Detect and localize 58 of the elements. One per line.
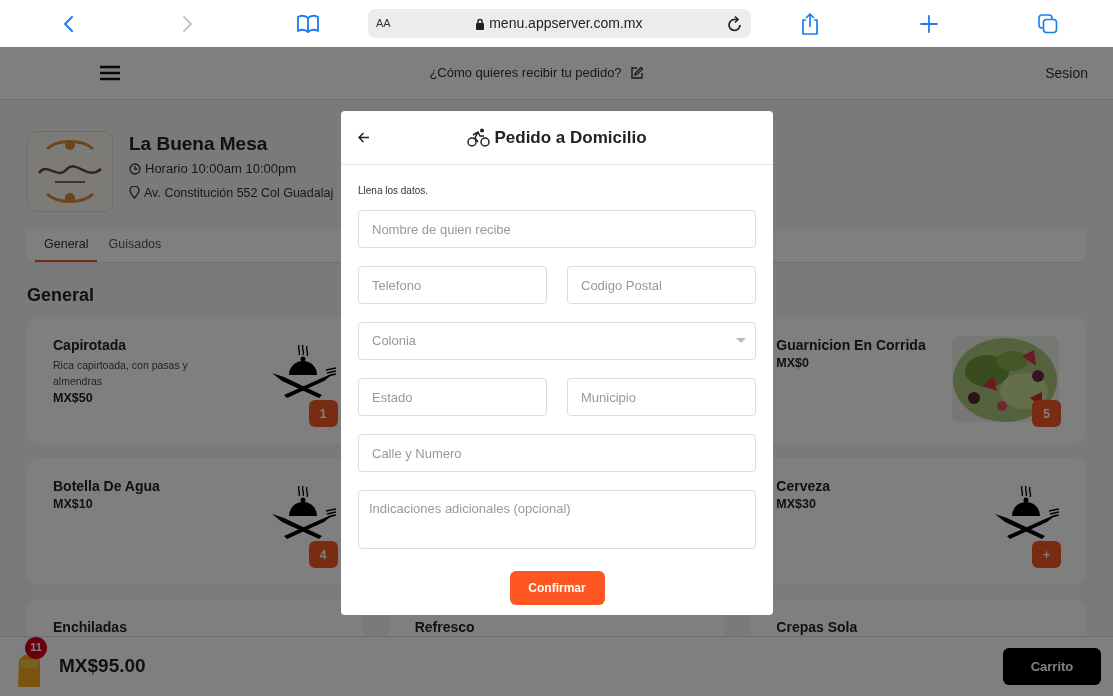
quantity-button[interactable]: 4 [308,541,338,568]
product-price: MX$10 [53,496,94,513]
bag-icon [16,653,42,688]
edit-icon[interactable] [629,66,644,80]
product-name: Guarnicion En Corrida [776,336,927,354]
product-name: Crepas Sola [776,618,859,636]
select-field[interactable]: Colonia [358,322,756,360]
product-name: Enchiladas [53,618,128,636]
product-name: Cerveza [776,477,832,495]
category-tab[interactable]: General [35,229,98,262]
url-text: menu.appserver.com.mx [489,14,643,33]
product-price: MX$30 [776,496,817,513]
bicycle-icon [467,128,491,147]
product-card[interactable]: Crepas Sola [750,599,1086,636]
input-field[interactable]: Nombre de quien recibe [358,210,756,248]
share-icon[interactable] [800,11,820,36]
product-name: Botella De Agua [53,477,161,495]
address-bar[interactable]: AA menu.appserver.com.mx [368,9,751,38]
menu-icon[interactable] [100,65,120,81]
input-field[interactable]: Municipio [567,378,756,416]
login-link[interactable]: Sesion [1045,62,1088,84]
back-arrow-icon[interactable] [358,132,370,143]
book-icon[interactable] [296,13,320,34]
product-description: Rica capirtoada, con pasas y almendras [53,358,189,389]
quantity-button[interactable]: 1 [308,400,338,427]
product-card[interactable]: Enchiladas [27,599,363,636]
location-icon [129,186,140,200]
product-price: MX$50 [53,390,94,407]
tabs-icon[interactable] [1038,13,1058,34]
store-hours: Horario 10:00am 10:00pm [145,160,297,178]
store-address: Av. Constitución 552 Col Guadalaj [144,184,334,202]
dialog-title: Pedido a Domicilio [494,126,647,149]
lock-icon [475,17,486,30]
input-field[interactable]: Calle y Numero [358,434,756,472]
delivery-prompt[interactable]: ¿Cómo quieres recibir tu pedido? [429,63,622,83]
quantity-button[interactable]: 5 [1032,400,1061,427]
dish-icon [993,484,1059,540]
cart-total: MX$95.00 [59,654,146,679]
cart-button[interactable]: Carrito [1003,648,1101,685]
caret-icon [736,338,746,344]
section-heading: General [27,284,95,307]
quantity-button[interactable]: + [1032,541,1061,568]
product-name: Refresco [414,618,476,636]
confirm-button[interactable]: Confirmar [509,571,605,605]
category-tab[interactable]: Guisados [99,229,171,262]
new-tab-icon[interactable] [920,14,938,33]
product-price: MX$0 [776,355,810,372]
input-field[interactable]: Indicaciones adicionales (opcional) [358,490,756,549]
input-field[interactable]: Estado [358,378,547,416]
input-field[interactable]: Codigo Postal [567,266,756,304]
reload-icon[interactable] [727,14,743,33]
text-size-button[interactable]: AA [376,15,391,32]
clock-icon [129,162,141,175]
input-field[interactable]: Telefono [358,266,547,304]
instructions-text: Llena los datos. [358,184,430,198]
store-name: La Buena Mesa [129,132,269,156]
cart-count-badge: 11 [25,636,47,659]
product-name: Capirotada [53,336,128,354]
